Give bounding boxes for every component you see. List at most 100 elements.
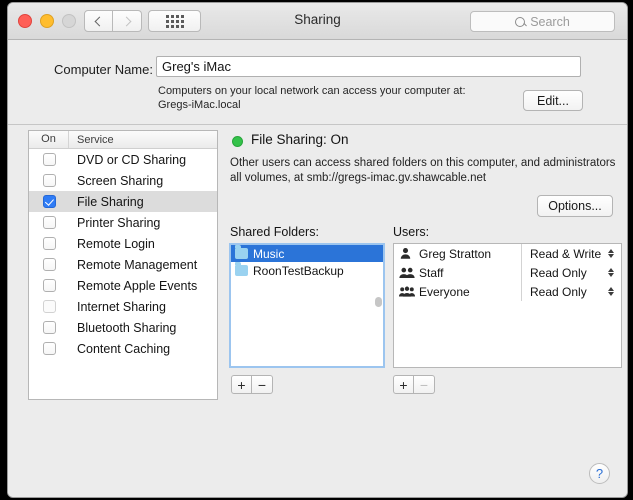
computer-name-hint: Computers on your local network can acce… bbox=[158, 84, 528, 112]
single-user-icon bbox=[399, 247, 415, 260]
user-item[interactable]: Everyone Read Only bbox=[394, 282, 621, 301]
service-name: Bluetooth Sharing bbox=[77, 320, 177, 335]
service-name: File Sharing bbox=[77, 194, 144, 209]
service-list[interactable]: On Service DVD or CD Sharing Screen Shari… bbox=[28, 130, 218, 400]
service-row-internet-sharing[interactable]: Internet Sharing bbox=[29, 296, 217, 317]
service-checkbox-cell bbox=[29, 216, 69, 229]
status-description-line-2: all volumes, at smb://gregs-imac.gv.shaw… bbox=[230, 172, 487, 184]
status-description-line-1: Other users can access shared folders on… bbox=[230, 157, 616, 169]
service-checkbox[interactable] bbox=[42, 321, 56, 334]
service-row-bluetooth-sharing[interactable]: Bluetooth Sharing bbox=[29, 317, 217, 338]
user-name-cell: Everyone bbox=[394, 282, 522, 301]
user-name: Everyone bbox=[419, 284, 470, 299]
service-checkbox[interactable] bbox=[42, 237, 56, 250]
shared-folders-scrollbar[interactable] bbox=[375, 297, 382, 307]
user-permission-popup[interactable]: Read Only bbox=[522, 266, 621, 280]
users-list[interactable]: Greg Stratton Read & Write Staff Read Only E… bbox=[393, 243, 622, 368]
status-indicator bbox=[232, 136, 243, 147]
service-checkbox[interactable] bbox=[42, 153, 56, 166]
computer-name-label: Computer Name: bbox=[54, 62, 153, 77]
shared-folders-label: Shared Folders: bbox=[230, 225, 319, 239]
add-user-button[interactable]: + bbox=[393, 375, 414, 394]
service-row-remote-apple-events[interactable]: Remote Apple Events bbox=[29, 275, 217, 296]
user-name: Staff bbox=[419, 265, 444, 280]
service-list-header: On Service bbox=[29, 131, 217, 149]
user-permission-value: Read & Write bbox=[530, 246, 602, 261]
options-button[interactable]: Options... bbox=[537, 195, 613, 217]
computer-name-input[interactable] bbox=[156, 56, 581, 77]
shared-folder-item[interactable]: Music bbox=[231, 245, 383, 262]
service-row-printer-sharing[interactable]: Printer Sharing bbox=[29, 212, 217, 233]
service-checkbox[interactable] bbox=[42, 258, 56, 271]
service-checkbox-cell bbox=[29, 195, 69, 208]
shared-folders-buttons: + − bbox=[231, 375, 273, 394]
service-checkbox[interactable] bbox=[42, 195, 56, 208]
remove-shared-folder-button[interactable]: − bbox=[252, 375, 273, 394]
service-row-remote-login[interactable]: Remote Login bbox=[29, 233, 217, 254]
service-rows: DVD or CD Sharing Screen Sharing File Shar… bbox=[29, 149, 217, 359]
sharing-body: On Service DVD or CD Sharing Screen Shari… bbox=[8, 125, 627, 497]
service-checkbox[interactable] bbox=[42, 216, 56, 229]
chevron-updown-icon bbox=[608, 249, 614, 258]
shared-folders-list[interactable]: Music RoonTestBackup bbox=[229, 243, 385, 368]
service-checkbox-cell bbox=[29, 237, 69, 250]
user-name: Greg Stratton bbox=[419, 246, 492, 261]
service-checkbox[interactable] bbox=[42, 279, 56, 292]
user-permission-value: Read Only bbox=[530, 284, 587, 299]
edit-button[interactable]: Edit... bbox=[523, 90, 583, 111]
user-item[interactable]: Staff Read Only bbox=[394, 263, 621, 282]
service-checkbox-cell bbox=[29, 174, 69, 187]
hint-line-1: Computers on your local network can acce… bbox=[158, 85, 466, 97]
service-name: Remote Login bbox=[77, 236, 155, 251]
service-row-content-caching[interactable]: Content Caching bbox=[29, 338, 217, 359]
search-placeholder: Search bbox=[530, 14, 570, 29]
users-buttons: + − bbox=[393, 375, 435, 394]
service-name: Internet Sharing bbox=[77, 299, 166, 314]
service-checkbox[interactable] bbox=[42, 342, 56, 355]
user-name-cell: Greg Stratton bbox=[394, 244, 522, 263]
service-name: Remote Apple Events bbox=[77, 278, 198, 293]
user-item[interactable]: Greg Stratton Read & Write bbox=[394, 244, 621, 263]
service-checkbox-cell bbox=[29, 321, 69, 334]
column-header-service: Service bbox=[77, 133, 114, 146]
service-name: Remote Management bbox=[77, 257, 198, 272]
service-checkbox[interactable] bbox=[42, 174, 56, 187]
shared-folder-item[interactable]: RoonTestBackup bbox=[231, 262, 383, 279]
service-checkbox-cell bbox=[29, 258, 69, 271]
help-button[interactable]: ? bbox=[589, 463, 610, 484]
service-checkbox[interactable] bbox=[42, 300, 56, 313]
add-shared-folder-button[interactable]: + bbox=[231, 375, 252, 394]
folder-icon bbox=[235, 262, 248, 276]
service-checkbox-cell bbox=[29, 153, 69, 166]
column-header-on: On bbox=[29, 131, 69, 148]
shared-folder-name: Music bbox=[253, 246, 285, 261]
shared-folder-name: RoonTestBackup bbox=[253, 263, 344, 278]
status-title: File Sharing: On bbox=[251, 132, 349, 147]
service-checkbox-cell bbox=[29, 279, 69, 292]
chevron-updown-icon bbox=[608, 268, 614, 277]
user-permission-popup[interactable]: Read Only bbox=[522, 285, 621, 299]
user-permission-value: Read Only bbox=[530, 265, 587, 280]
search-field[interactable]: Search bbox=[470, 11, 615, 32]
hint-line-2: Gregs-iMac.local bbox=[158, 99, 241, 111]
chevron-updown-icon bbox=[608, 287, 614, 296]
shared-folder-rows: Music RoonTestBackup bbox=[231, 245, 383, 279]
folder-icon bbox=[235, 245, 248, 259]
user-permission-popup[interactable]: Read & Write bbox=[522, 247, 621, 261]
everyone-group-icon bbox=[399, 285, 415, 298]
service-name: DVD or CD Sharing bbox=[77, 152, 187, 167]
service-row-dvd-or-cd-sharing[interactable]: DVD or CD Sharing bbox=[29, 149, 217, 170]
group-pair-icon bbox=[399, 266, 415, 279]
status-description: Other users can access shared folders on… bbox=[230, 156, 622, 186]
user-rows: Greg Stratton Read & Write Staff Read Only E… bbox=[394, 244, 621, 301]
window-titlebar: Sharing Search bbox=[8, 3, 627, 40]
service-checkbox-cell bbox=[29, 300, 69, 313]
service-name: Screen Sharing bbox=[77, 173, 164, 188]
sharing-preferences-window: Sharing Search Computer Name: Computers … bbox=[7, 2, 628, 498]
service-row-remote-management[interactable]: Remote Management bbox=[29, 254, 217, 275]
remove-user-button: − bbox=[414, 375, 435, 394]
computer-name-section: Computer Name: Computers on your local n… bbox=[8, 40, 627, 125]
service-row-file-sharing[interactable]: File Sharing bbox=[29, 191, 217, 212]
service-row-screen-sharing[interactable]: Screen Sharing bbox=[29, 170, 217, 191]
service-name: Printer Sharing bbox=[77, 215, 161, 230]
